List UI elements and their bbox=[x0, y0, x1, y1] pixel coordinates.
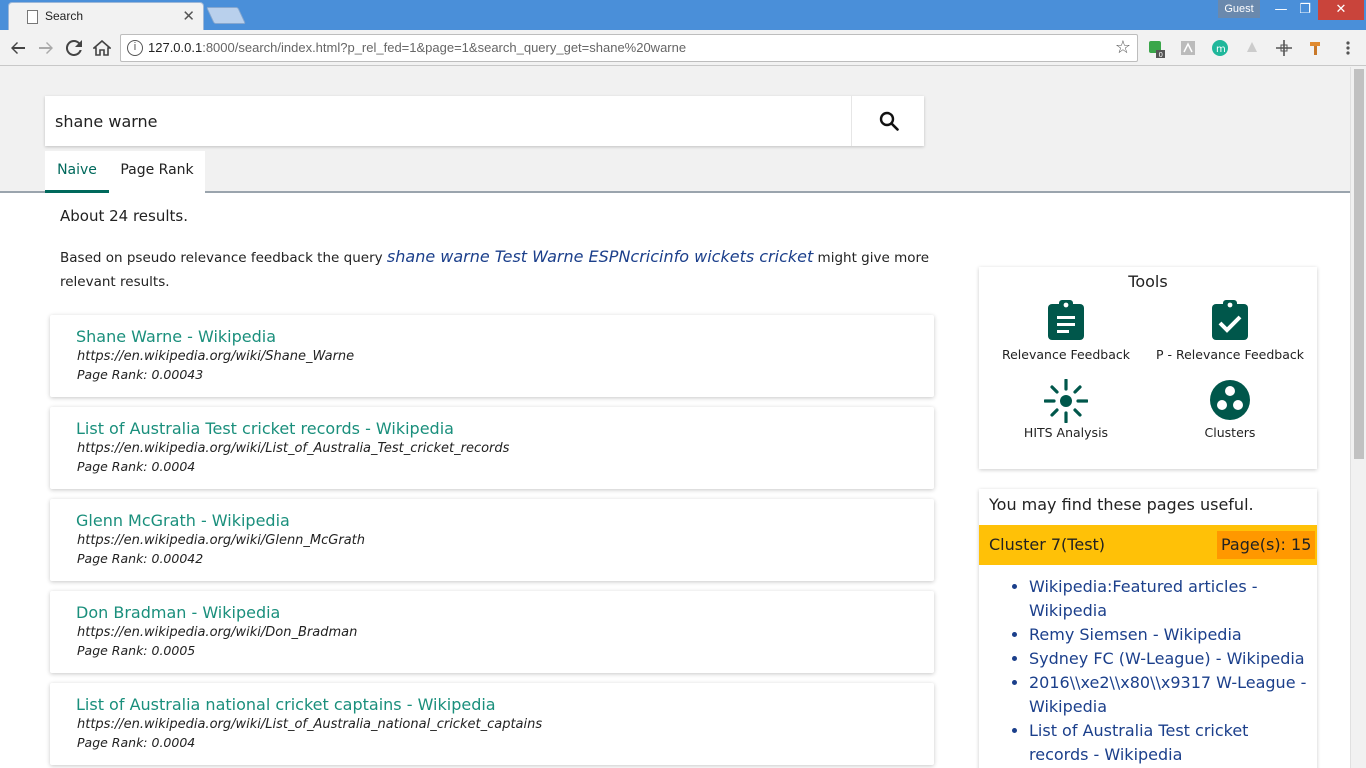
info-icon[interactable]: i bbox=[127, 40, 143, 56]
pdf-extension-icon[interactable] bbox=[1180, 40, 1196, 56]
result-card: List of Australia national cricket capta… bbox=[50, 683, 934, 765]
result-page-rank: Page Rank: 0.0004 bbox=[77, 735, 196, 750]
result-url: https://en.wikipedia.org/wiki/Glenn_McGr… bbox=[77, 533, 366, 548]
list-item: 2016\\xe2\\x80\\x9317 W-League - Wikiped… bbox=[1029, 671, 1311, 719]
relevance-feedback-tool[interactable]: Relevance Feedback bbox=[986, 299, 1146, 362]
result-card: Don Bradman - Wikipedia https://en.wikip… bbox=[50, 591, 934, 673]
hits-analysis-tool[interactable]: HITS Analysis bbox=[986, 379, 1146, 440]
clusters-icon bbox=[1210, 380, 1250, 420]
cluster-pages-badge: Page(s): 15 bbox=[1217, 531, 1316, 559]
list-item: Wikipedia:Featured articles - Wikipedia bbox=[1029, 575, 1311, 623]
result-card: Glenn McGrath - Wikipedia https://en.wik… bbox=[50, 499, 934, 581]
useful-page-link[interactable]: 2016\\xe2\\x80\\x9317 W-League - Wikiped… bbox=[1029, 673, 1306, 716]
list-item: Remy Siemsen - Wikipedia bbox=[1029, 623, 1311, 647]
home-icon[interactable] bbox=[90, 36, 114, 60]
tab-naive[interactable]: Naive bbox=[45, 151, 109, 193]
tool-label: HITS Analysis bbox=[1023, 425, 1109, 440]
window-maximize-button[interactable]: ❐ bbox=[1292, 0, 1318, 20]
browser-tab[interactable]: Search ✕ bbox=[8, 2, 204, 30]
search-box bbox=[45, 96, 924, 146]
tab-title: Search bbox=[45, 9, 84, 23]
tool-label: P - Relevance Feedback bbox=[1155, 347, 1305, 362]
clusters-tool[interactable]: Clusters bbox=[1150, 379, 1310, 440]
result-title-link[interactable]: List of Australia national cricket capta… bbox=[76, 695, 496, 714]
browser-titlebar: Search ✕ Guest — ❐ ✕ bbox=[0, 0, 1366, 30]
browser-toolbar: i 127.0.0.1:8000/search/index.html?p_rel… bbox=[0, 30, 1366, 66]
p-relevance-feedback-tool[interactable]: P - Relevance Feedback bbox=[1150, 299, 1310, 362]
feedback-suggestion: Based on pseudo relevance feedback the q… bbox=[60, 245, 930, 294]
useful-page-link[interactable]: Wikipedia:Featured articles - Wikipedia bbox=[1029, 577, 1258, 620]
hits-network-icon bbox=[1044, 379, 1088, 423]
forward-arrow-icon[interactable] bbox=[34, 36, 58, 60]
result-title-link[interactable]: Glenn McGrath - Wikipedia bbox=[76, 511, 290, 530]
result-page-rank: Page Rank: 0.00042 bbox=[77, 551, 204, 566]
useful-pages-list: Wikipedia:Featured articles - Wikipedia … bbox=[1029, 575, 1311, 767]
cluster-header[interactable]: Cluster 7(Test) Page(s): 15 bbox=[979, 525, 1317, 565]
tool-label: Clusters bbox=[1204, 425, 1256, 440]
search-button[interactable] bbox=[851, 96, 924, 146]
extension-badge-count: 0 bbox=[1159, 51, 1163, 58]
result-card: List of Australia Test cricket records -… bbox=[50, 407, 934, 489]
page-icon bbox=[27, 10, 38, 24]
page-scrollbar[interactable] bbox=[1350, 67, 1366, 768]
reload-icon[interactable] bbox=[62, 36, 86, 60]
clipboard-check-icon bbox=[1212, 300, 1248, 340]
result-url: https://en.wikipedia.org/wiki/Don_Bradma… bbox=[77, 625, 358, 640]
useful-pages-title: You may find these pages useful. bbox=[989, 495, 1254, 514]
tool-label: Relevance Feedback bbox=[1001, 347, 1131, 362]
clipboard-list-icon bbox=[1048, 300, 1084, 340]
search-header: Naive Page Rank bbox=[0, 67, 1350, 193]
tools-title: Tools bbox=[1128, 272, 1168, 291]
profile-badge[interactable]: Guest bbox=[1218, 0, 1260, 18]
list-item: Sydney FC (W-League) - Wikipedia bbox=[1029, 647, 1311, 671]
list-item: List of Australia Test cricket records -… bbox=[1029, 719, 1311, 767]
url-host: 127.0.0.1 bbox=[148, 40, 203, 55]
url-path: :8000/search/index.html?p_rel_fed=1&page… bbox=[202, 40, 687, 55]
hammer-extension-icon[interactable] bbox=[1308, 40, 1324, 56]
extension-badge-icon[interactable]: 0 bbox=[1148, 40, 1165, 59]
result-title-link[interactable]: List of Australia Test cricket records -… bbox=[76, 419, 454, 438]
result-url: https://en.wikipedia.org/wiki/List_of_Au… bbox=[77, 717, 543, 732]
results-count: About 24 results. bbox=[60, 207, 188, 225]
search-input[interactable] bbox=[45, 96, 851, 146]
result-title-link[interactable]: Don Bradman - Wikipedia bbox=[76, 603, 280, 622]
new-tab-button[interactable] bbox=[206, 7, 246, 24]
crosshair-extension-icon[interactable] bbox=[1276, 40, 1292, 56]
feedback-prefix: Based on pseudo relevance feedback the q… bbox=[60, 250, 387, 266]
result-page-rank: Page Rank: 0.0005 bbox=[77, 643, 196, 658]
scrollbar-thumb[interactable] bbox=[1354, 69, 1364, 459]
tree-extension-icon[interactable] bbox=[1244, 40, 1260, 56]
result-page-rank: Page Rank: 0.00043 bbox=[77, 367, 204, 382]
search-icon bbox=[879, 111, 899, 131]
useful-page-link[interactable]: List of Australia Test cricket records -… bbox=[1029, 721, 1248, 764]
useful-pages-panel: You may find these pages useful. Cluster… bbox=[979, 489, 1317, 768]
result-url: https://en.wikipedia.org/wiki/Shane_Warn… bbox=[77, 349, 355, 364]
window-close-button[interactable]: ✕ bbox=[1318, 0, 1364, 20]
m-extension-icon[interactable]: m bbox=[1212, 40, 1228, 56]
page-content: Naive Page Rank About 24 results. Based … bbox=[0, 67, 1350, 768]
useful-page-link[interactable]: Remy Siemsen - Wikipedia bbox=[1029, 625, 1242, 644]
back-arrow-icon[interactable] bbox=[6, 36, 30, 60]
address-bar[interactable]: i 127.0.0.1:8000/search/index.html?p_rel… bbox=[120, 34, 1138, 62]
tab-page-rank[interactable]: Page Rank bbox=[109, 151, 205, 193]
result-page-rank: Page Rank: 0.0004 bbox=[77, 459, 196, 474]
cluster-name: Cluster 7(Test) bbox=[989, 535, 1106, 554]
tools-panel: Tools Relevance Feedback P - Relevance F… bbox=[979, 267, 1317, 469]
window-minimize-button[interactable]: — bbox=[1268, 0, 1294, 20]
tab-close-icon[interactable]: ✕ bbox=[182, 7, 195, 25]
star-icon[interactable]: ☆ bbox=[1115, 37, 1131, 58]
useful-page-link[interactable]: Sydney FC (W-League) - Wikipedia bbox=[1029, 649, 1305, 668]
result-title-link[interactable]: Shane Warne - Wikipedia bbox=[76, 327, 276, 346]
result-card: Shane Warne - Wikipedia https://en.wikip… bbox=[50, 315, 934, 397]
suggested-query-link[interactable]: shane warne Test Warne ESPNcricinfo wick… bbox=[387, 247, 813, 266]
result-url: https://en.wikipedia.org/wiki/List_of_Au… bbox=[77, 441, 510, 456]
menu-kebab-icon[interactable] bbox=[1340, 40, 1356, 56]
m-extension-label: m bbox=[1216, 44, 1226, 55]
url-text[interactable]: 127.0.0.1:8000/search/index.html?p_rel_f… bbox=[148, 40, 686, 55]
